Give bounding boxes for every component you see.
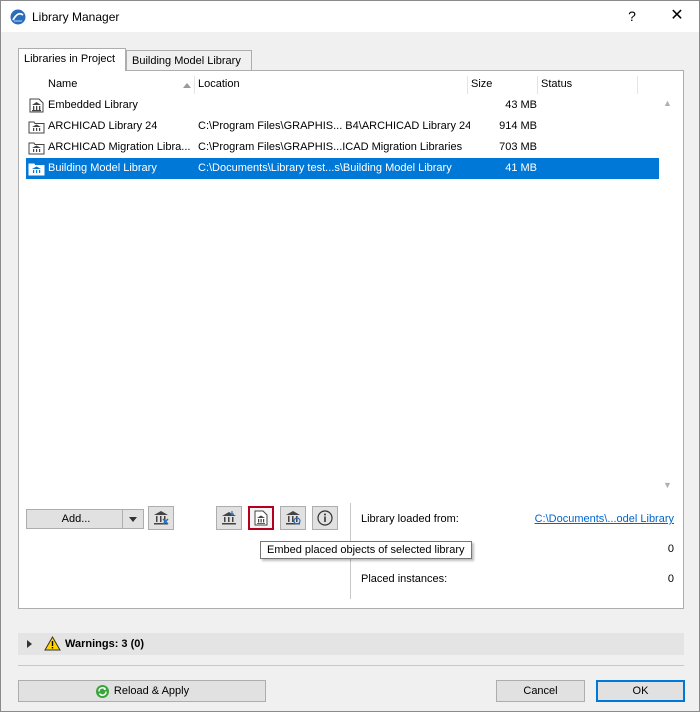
library-folder-icon xyxy=(28,118,45,135)
sort-ascending-icon xyxy=(183,83,191,88)
column-header-location[interactable]: Location xyxy=(198,78,240,90)
placed-instances-label: Placed instances: xyxy=(361,573,448,585)
loaded-from-label: Library loaded from: xyxy=(361,513,459,525)
column-header-size[interactable]: Size xyxy=(471,78,492,90)
warnings-bar[interactable]: Warnings: 3 (0) xyxy=(18,633,684,655)
window-title: Library Manager xyxy=(32,10,120,24)
row-name: ARCHICAD Library 24 xyxy=(48,120,158,132)
tab-building-model-library[interactable]: Building Model Library xyxy=(126,50,252,71)
table-row[interactable]: ARCHICAD Migration Libra... C:\Program F… xyxy=(26,137,659,158)
column-divider[interactable] xyxy=(537,76,538,94)
row-location: C:\Program Files\GRAPHIS... B4\ARCHICAD … xyxy=(198,120,470,132)
remove-library-icon xyxy=(154,511,169,525)
expand-caret-icon[interactable] xyxy=(27,640,32,648)
remove-library-button[interactable] xyxy=(148,506,174,530)
divider xyxy=(18,665,684,666)
column-divider[interactable] xyxy=(194,76,195,94)
tab-libraries-in-project[interactable]: Libraries in Project xyxy=(18,48,126,71)
library-list: Name Location Size Status Embedded Libra… xyxy=(26,76,659,496)
ok-button[interactable]: OK xyxy=(596,680,685,702)
info-value: 0 xyxy=(667,543,674,555)
embedded-library-icon xyxy=(28,97,45,114)
row-name: Embedded Library xyxy=(48,99,138,111)
column-divider[interactable] xyxy=(637,76,638,94)
loaded-from-link[interactable]: C:\Documents\...odel Library xyxy=(535,513,674,525)
title-bar: Library Manager ? ✕ xyxy=(1,1,699,32)
list-scrollbar[interactable]: ▲ ▼ xyxy=(659,76,676,496)
archicad-app-icon xyxy=(10,9,26,25)
row-size: 41 MB xyxy=(505,162,537,174)
row-name: Building Model Library xyxy=(48,162,157,174)
row-location: C:\Documents\Library test...s\Building M… xyxy=(198,162,452,174)
warnings-label: Warnings: 3 (0) xyxy=(65,638,145,650)
list-header: Name Location Size Status xyxy=(26,76,659,94)
table-row-selected[interactable]: Building Model Library C:\Documents\Libr… xyxy=(26,158,659,179)
row-size: 703 MB xyxy=(499,141,537,153)
warning-icon xyxy=(44,635,61,654)
placed-instances-value: 0 xyxy=(667,573,674,585)
column-divider[interactable] xyxy=(467,76,468,94)
library-folder-icon xyxy=(28,160,45,177)
library-settings-button[interactable] xyxy=(280,506,306,530)
column-header-name[interactable]: Name xyxy=(48,78,77,90)
add-button[interactable]: Add... xyxy=(26,509,126,529)
tooltip: Embed placed objects of selected library xyxy=(260,541,472,559)
library-info-button[interactable] xyxy=(312,506,338,530)
reload-apply-button[interactable]: Reload & Apply xyxy=(18,680,266,702)
scroll-down-icon[interactable]: ▼ xyxy=(663,480,672,490)
reload-icon xyxy=(95,684,109,698)
help-button[interactable]: ? xyxy=(620,5,644,27)
embed-placed-objects-button[interactable] xyxy=(248,506,274,530)
table-row[interactable]: ARCHICAD Library 24 C:\Program Files\GRA… xyxy=(26,116,659,137)
cancel-button[interactable]: Cancel xyxy=(496,680,585,702)
chevron-down-icon xyxy=(129,517,137,522)
library-manager-window: Library Manager ? ✕ Libraries in Project… xyxy=(0,0,700,712)
library-folder-icon xyxy=(28,139,45,156)
row-size: 43 MB xyxy=(505,99,537,111)
row-name: ARCHICAD Migration Libra... xyxy=(48,141,191,153)
library-import-button[interactable] xyxy=(216,506,242,530)
embed-objects-icon xyxy=(254,510,268,526)
library-import-icon xyxy=(222,511,236,525)
library-refresh-icon xyxy=(286,511,301,525)
row-size: 914 MB xyxy=(499,120,537,132)
scroll-up-icon[interactable]: ▲ xyxy=(663,98,672,108)
table-row[interactable]: Embedded Library 43 MB xyxy=(26,95,659,116)
add-dropdown-button[interactable] xyxy=(122,509,144,529)
column-header-status[interactable]: Status xyxy=(541,78,572,90)
reload-apply-label: Reload & Apply xyxy=(113,685,190,697)
row-location: C:\Program Files\GRAPHIS...ICAD Migratio… xyxy=(198,141,463,153)
info-icon xyxy=(317,510,333,526)
close-button[interactable]: ✕ xyxy=(662,5,692,27)
